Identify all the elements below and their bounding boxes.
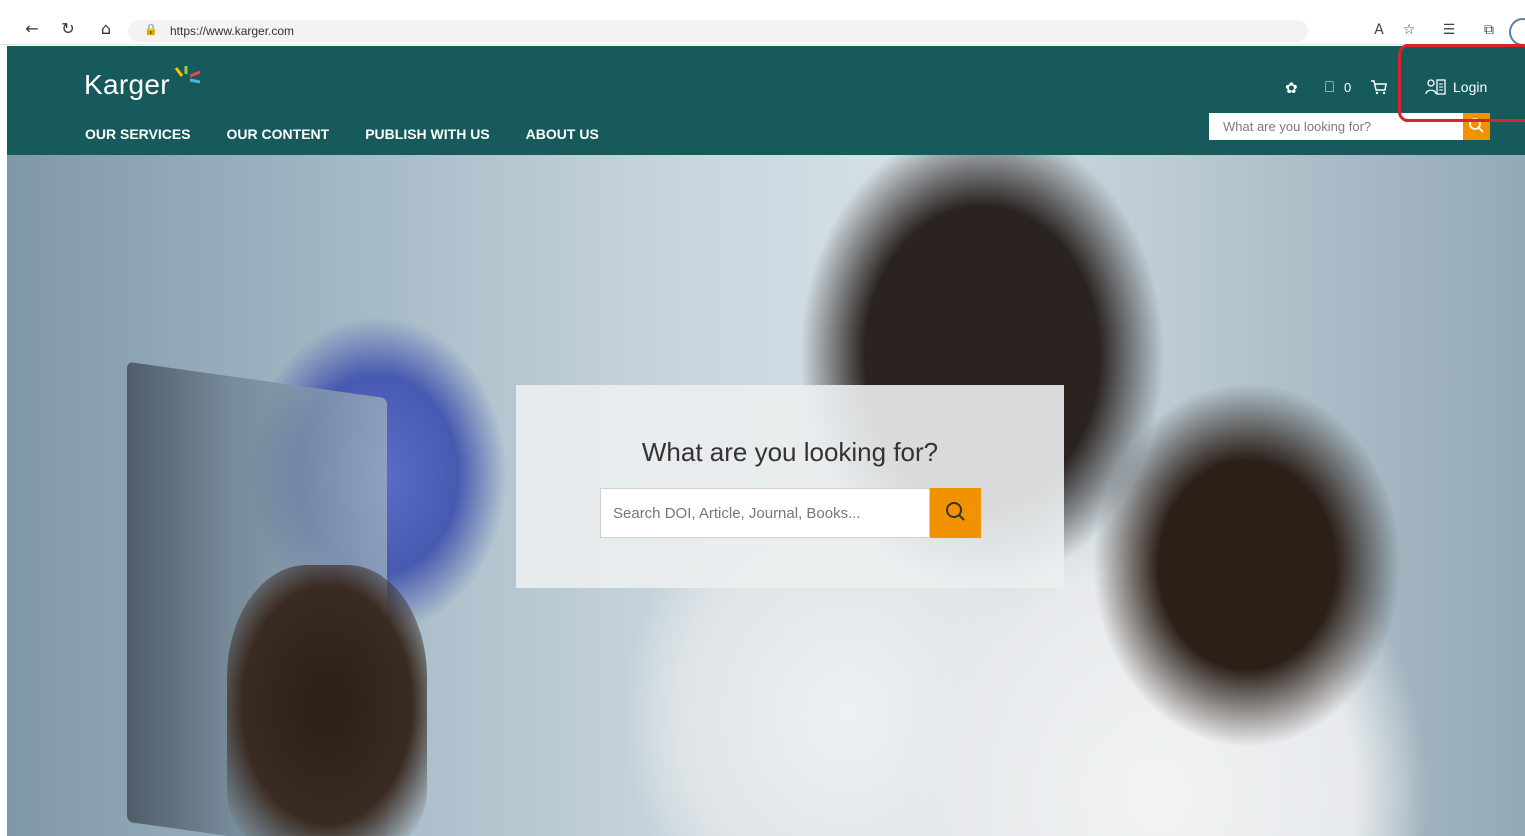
profile-avatar[interactable] xyxy=(1509,18,1525,46)
bookmark-count: 0 xyxy=(1344,80,1352,95)
address-bar[interactable]: 🔒 https://www.karger.com xyxy=(128,20,1308,42)
logo-mark-icon xyxy=(174,66,201,84)
collections-icon[interactable]: ⧉ xyxy=(1478,20,1500,40)
hero-image: What are you looking for? xyxy=(7,155,1525,836)
hero-search-input[interactable] xyxy=(600,488,930,538)
lock-icon: 🔒 xyxy=(144,23,158,36)
karger-logo[interactable]: Karger xyxy=(84,69,170,101)
bookmark-icon[interactable]: ⎕ xyxy=(1325,78,1334,96)
home-icon[interactable]: ⌂ xyxy=(96,19,116,39)
nav-our-content[interactable]: OUR CONTENT xyxy=(227,126,330,142)
read-aloud-icon[interactable]: A xyxy=(1368,20,1390,40)
address-url[interactable]: https://www.karger.com xyxy=(170,24,294,38)
hero-search-panel: What are you looking for? xyxy=(516,385,1064,588)
gear-icon[interactable]: ✿ xyxy=(1285,79,1298,97)
favorite-star-icon[interactable]: ☆ xyxy=(1398,20,1420,40)
hero-search-button[interactable] xyxy=(930,488,981,538)
browser-toolbar: ← ↻ ⌂ 🔒 https://www.karger.com A ☆ ☰ ⧉ xyxy=(0,0,1525,46)
back-icon[interactable]: ← xyxy=(22,19,42,39)
nav-about-us[interactable]: ABOUT US xyxy=(526,126,599,142)
nav-publish-with-us[interactable]: PUBLISH WITH US xyxy=(365,126,489,142)
refresh-icon[interactable]: ↻ xyxy=(58,19,78,39)
main-navigation: OUR SERVICES OUR CONTENT PUBLISH WITH US… xyxy=(85,126,599,142)
site-header: Karger OUR SERVICES OUR CONTENT PUBLISH … xyxy=(7,46,1525,155)
cart-icon[interactable] xyxy=(1370,79,1388,95)
nav-our-services[interactable]: OUR SERVICES xyxy=(85,126,191,142)
search-icon xyxy=(946,502,965,521)
hero-search-title: What are you looking for? xyxy=(641,437,939,467)
favorites-list-icon[interactable]: ☰ xyxy=(1438,20,1460,40)
login-highlight-annotation xyxy=(1398,44,1525,122)
hero-hand-illustration xyxy=(227,565,427,836)
